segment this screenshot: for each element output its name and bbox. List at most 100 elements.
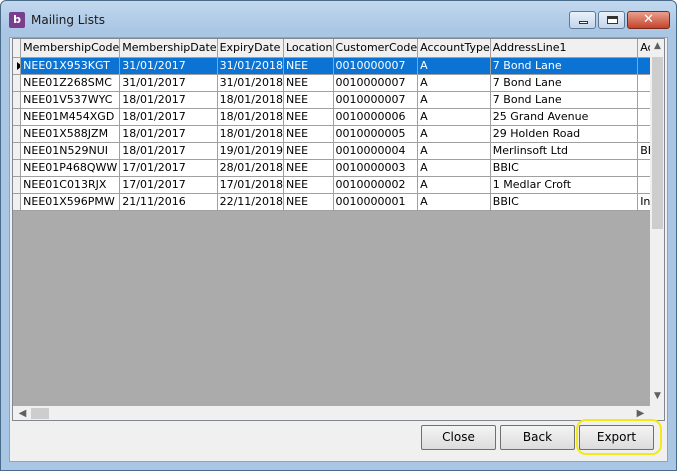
title-bar[interactable]: b Mailing Lists ✕ [1, 1, 676, 37]
row-header[interactable] [13, 176, 22, 194]
table-cell[interactable]: 18/01/2017 [119, 142, 218, 160]
table-cell[interactable]: 7 Bond Lane [490, 91, 639, 109]
table-cell[interactable]: NEE01P468QWW [20, 159, 121, 177]
column-header[interactable]: ExpiryDate [217, 39, 284, 58]
table-cell[interactable]: 1 Medlar Croft [490, 176, 639, 194]
table-cell[interactable]: 0010000003 [333, 159, 419, 177]
table-cell[interactable]: NEE01C013RJX [20, 176, 121, 194]
table-row[interactable]: NEE01P468QWW 17/01/2017 28/01/2018 NEE 00100… [13, 159, 664, 177]
table-row[interactable]: NEE01X588JZM 18/01/2017 18/01/2018 NEE 00100… [13, 125, 664, 143]
minimize-button[interactable] [569, 11, 596, 29]
table-cell[interactable]: 18/01/2017 [119, 108, 218, 126]
scroll-up-icon[interactable]: ▲ [650, 41, 664, 51]
table-cell[interactable]: 7 Bond Lane [490, 74, 639, 92]
column-header[interactable]: MembershipDate [119, 39, 218, 58]
horizontal-scroll-thumb[interactable] [31, 408, 49, 419]
table-cell[interactable]: 17/01/2017 [119, 159, 218, 177]
table-cell[interactable]: A [417, 193, 491, 211]
column-header[interactable]: MembershipCode [20, 39, 121, 58]
table-cell[interactable]: 25 Grand Avenue [490, 108, 639, 126]
table-row[interactable]: NEE01N529NUI 18/01/2017 19/01/2019 NEE 00100… [13, 142, 664, 160]
row-header[interactable] [13, 159, 22, 177]
table-cell[interactable]: 31/01/2017 [119, 57, 218, 75]
table-cell[interactable]: A [417, 74, 491, 92]
table-cell[interactable]: 22/11/2018 [217, 193, 284, 211]
table-cell[interactable]: NEE01V537WYC [20, 91, 121, 109]
table-cell[interactable]: NEE [283, 108, 334, 126]
mailing-list-grid[interactable]: MembershipCode MembershipDate ExpiryDate… [12, 38, 665, 421]
close-window-button[interactable]: ✕ [627, 11, 670, 29]
row-header[interactable] [13, 57, 22, 75]
table-cell[interactable]: 19/01/2019 [217, 142, 284, 160]
table-cell[interactable]: BBIC [490, 193, 639, 211]
table-cell[interactable]: NEE [283, 176, 334, 194]
table-cell[interactable]: 29 Holden Road [490, 125, 639, 143]
maximize-button[interactable] [598, 11, 625, 29]
table-cell[interactable]: A [417, 142, 491, 160]
table-cell[interactable]: 0010000006 [333, 108, 419, 126]
row-header[interactable] [13, 74, 22, 92]
column-header[interactable]: AddressLine1 [490, 39, 639, 58]
vertical-scroll-thumb[interactable] [652, 57, 663, 229]
table-cell[interactable]: NEE [283, 91, 334, 109]
column-header[interactable]: Location [283, 39, 334, 58]
scroll-down-icon[interactable]: ▼ [650, 391, 664, 401]
table-cell[interactable]: 0010000002 [333, 176, 419, 194]
table-cell[interactable]: 18/01/2018 [217, 108, 284, 126]
table-cell[interactable]: NEE [283, 142, 334, 160]
table-cell[interactable]: A [417, 57, 491, 75]
table-cell[interactable]: 18/01/2018 [217, 91, 284, 109]
table-cell[interactable]: 0010000004 [333, 142, 419, 160]
row-header[interactable] [13, 125, 22, 143]
table-cell[interactable]: 31/01/2017 [119, 74, 218, 92]
table-cell[interactable]: A [417, 176, 491, 194]
table-cell[interactable]: A [417, 91, 491, 109]
table-cell[interactable]: NEE01X596PMW [20, 193, 121, 211]
table-cell[interactable]: A [417, 125, 491, 143]
table-cell[interactable]: A [417, 159, 491, 177]
row-header[interactable] [13, 91, 22, 109]
table-cell[interactable]: NEE01X588JZM [20, 125, 121, 143]
row-header[interactable] [13, 193, 22, 211]
table-cell[interactable]: 0010000007 [333, 74, 419, 92]
table-cell[interactable]: NEE [283, 74, 334, 92]
table-row[interactable]: NEE01X953KGT 31/01/2017 31/01/2018 NEE 00100… [13, 57, 664, 75]
table-cell[interactable]: 18/01/2017 [119, 91, 218, 109]
table-cell[interactable]: BBIC [490, 159, 639, 177]
table-cell[interactable]: NEE01N529NUI [20, 142, 121, 160]
table-cell[interactable]: NEE [283, 193, 334, 211]
back-button[interactable]: Back [500, 425, 575, 450]
table-cell[interactable]: NEE [283, 125, 334, 143]
table-cell[interactable]: Merlinsoft Ltd [490, 142, 639, 160]
table-cell[interactable]: 17/01/2018 [217, 176, 284, 194]
table-cell[interactable]: 0010000001 [333, 193, 419, 211]
table-row[interactable]: NEE01V537WYC 18/01/2017 18/01/2018 NEE 00100… [13, 91, 664, 109]
column-header[interactable]: CustomerCode [333, 39, 419, 58]
table-cell[interactable]: 28/01/2018 [217, 159, 284, 177]
table-cell[interactable]: 31/01/2018 [217, 57, 284, 75]
vertical-scrollbar[interactable]: ▲ ▼ [650, 39, 664, 406]
table-row[interactable]: NEE01Z268SMC 31/01/2017 31/01/2018 NEE 00100… [13, 74, 664, 92]
table-cell[interactable]: NEE [283, 159, 334, 177]
table-row[interactable]: NEE01M454XGD 18/01/2017 18/01/2018 NEE 00100… [13, 108, 664, 126]
table-cell[interactable]: 7 Bond Lane [490, 57, 639, 75]
table-cell[interactable]: NEE01Z268SMC [20, 74, 121, 92]
horizontal-scrollbar[interactable]: ◀ ▶ [13, 406, 650, 420]
table-cell[interactable]: 0010000007 [333, 57, 419, 75]
table-cell[interactable]: 0010000007 [333, 91, 419, 109]
close-button[interactable]: Close [421, 425, 496, 450]
table-cell[interactable]: 21/11/2016 [119, 193, 218, 211]
row-header[interactable] [13, 108, 22, 126]
scroll-left-icon[interactable]: ◀ [15, 406, 30, 420]
table-cell[interactable]: NEE01M454XGD [20, 108, 121, 126]
column-header[interactable]: AccountType [417, 39, 491, 58]
table-cell[interactable]: 31/01/2018 [217, 74, 284, 92]
table-cell[interactable]: NEE [283, 57, 334, 75]
table-row[interactable]: NEE01X596PMW 21/11/2016 22/11/2018 NEE 00100… [13, 193, 664, 211]
table-cell[interactable]: 18/01/2018 [217, 125, 284, 143]
row-header[interactable] [13, 142, 22, 160]
table-cell[interactable]: 18/01/2017 [119, 125, 218, 143]
table-cell[interactable]: A [417, 108, 491, 126]
table-cell[interactable]: 0010000005 [333, 125, 419, 143]
table-row[interactable]: NEE01C013RJX 17/01/2017 17/01/2018 NEE 00100… [13, 176, 664, 194]
